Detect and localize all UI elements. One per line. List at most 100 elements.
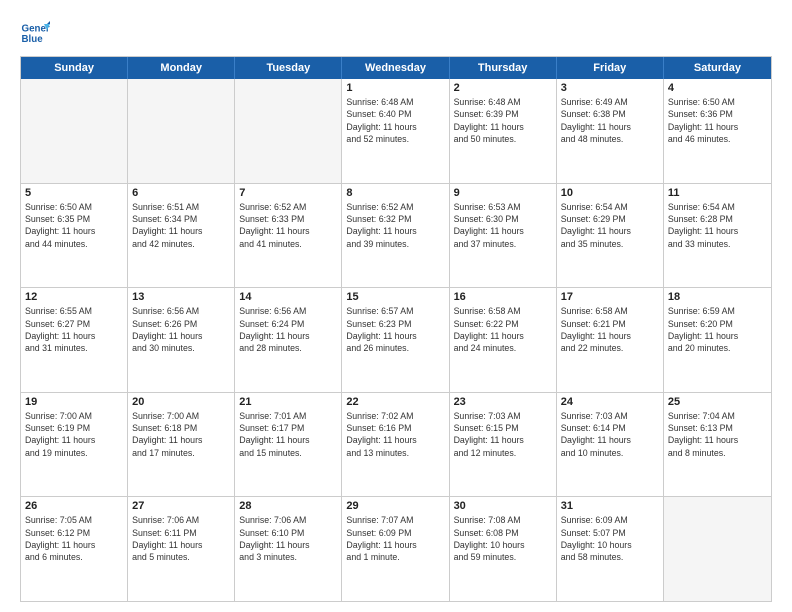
day-number: 17 [561,291,659,303]
weekday-header: Friday [557,57,664,79]
cell-info: Sunrise: 6:55 AM Sunset: 6:27 PM Dayligh… [25,305,123,354]
calendar-cell: 9Sunrise: 6:53 AM Sunset: 6:30 PM Daylig… [450,184,557,288]
cell-info: Sunrise: 7:03 AM Sunset: 6:14 PM Dayligh… [561,410,659,459]
day-number: 16 [454,291,552,303]
day-number: 4 [668,82,767,94]
calendar-cell: 3 Sunrise: 6:49 AM Sunset: 6:38 PM Daylig… [557,79,664,183]
calendar-row: 26 Sunrise: 7:05 AM Sunset: 6:12 PM Dayli… [21,497,771,601]
cell-info: Sunrise: 6:09 AM Sunset: 5:07 PM Dayligh… [561,514,659,563]
cell-info: Sunrise: 7:06 AM Sunset: 6:11 PM Dayligh… [132,514,230,563]
day-number: 22 [346,396,444,408]
day-number: 6 [132,187,230,199]
calendar-cell: 6Sunrise: 6:51 AM Sunset: 6:34 PM Daylig… [128,184,235,288]
day-number: 26 [25,500,123,512]
cell-info: Sunrise: 6:49 AM Sunset: 6:38 PM Dayligh… [561,96,659,145]
cell-info: Sunrise: 7:08 AM Sunset: 6:08 PM Dayligh… [454,514,552,563]
calendar-cell [664,497,771,601]
day-number: 2 [454,82,552,94]
calendar-cell: 7 Sunrise: 6:52 AM Sunset: 6:33 PM Daylig… [235,184,342,288]
cell-info: Sunrise: 7:00 AM Sunset: 6:19 PM Dayligh… [25,410,123,459]
cell-info: Sunrise: 7:05 AM Sunset: 6:12 PM Dayligh… [25,514,123,563]
day-number: 14 [239,291,337,303]
day-number: 25 [668,396,767,408]
calendar-cell: 20Sunrise: 7:00 AM Sunset: 6:18 PM Dayli… [128,393,235,497]
calendar-cell: 13Sunrise: 6:56 AM Sunset: 6:26 PM Dayli… [128,288,235,392]
day-number: 8 [346,187,444,199]
day-number: 12 [25,291,123,303]
page-header: General Blue [20,18,772,48]
calendar-cell [128,79,235,183]
day-number: 21 [239,396,337,408]
calendar-cell: 24 Sunrise: 7:03 AM Sunset: 6:14 PM Dayli… [557,393,664,497]
cell-info: Sunrise: 7:06 AM Sunset: 6:10 PM Dayligh… [239,514,337,563]
cell-info: Sunrise: 7:04 AM Sunset: 6:13 PM Dayligh… [668,410,767,459]
calendar-row: 19 Sunrise: 7:00 AM Sunset: 6:19 PM Dayli… [21,393,771,498]
calendar-cell: 26 Sunrise: 7:05 AM Sunset: 6:12 PM Dayli… [21,497,128,601]
day-number: 15 [346,291,444,303]
svg-text:Blue: Blue [22,34,44,45]
cell-info: Sunrise: 6:48 AM Sunset: 6:39 PM Dayligh… [454,96,552,145]
calendar-cell: 12 Sunrise: 6:55 AM Sunset: 6:27 PM Dayli… [21,288,128,392]
day-number: 5 [25,187,123,199]
day-number: 24 [561,396,659,408]
calendar-cell: 28 Sunrise: 7:06 AM Sunset: 6:10 PM Dayli… [235,497,342,601]
calendar-row: 1Sunrise: 6:48 AM Sunset: 6:40 PM Daylig… [21,79,771,184]
cell-info: Sunrise: 6:52 AM Sunset: 6:32 PM Dayligh… [346,201,444,250]
day-number: 1 [346,82,444,94]
cell-info: Sunrise: 6:57 AM Sunset: 6:23 PM Dayligh… [346,305,444,354]
cell-info: Sunrise: 6:54 AM Sunset: 6:28 PM Dayligh… [668,201,767,250]
calendar-cell: 22Sunrise: 7:02 AM Sunset: 6:16 PM Dayli… [342,393,449,497]
weekday-header: Monday [128,57,235,79]
cell-info: Sunrise: 6:50 AM Sunset: 6:36 PM Dayligh… [668,96,767,145]
day-number: 7 [239,187,337,199]
weekday-header: Sunday [21,57,128,79]
calendar-cell: 10 Sunrise: 6:54 AM Sunset: 6:29 PM Dayli… [557,184,664,288]
day-number: 30 [454,500,552,512]
weekday-header: Thursday [450,57,557,79]
calendar-header: SundayMondayTuesdayWednesdayThursdayFrid… [21,57,771,79]
calendar-cell: 2 Sunrise: 6:48 AM Sunset: 6:39 PM Daylig… [450,79,557,183]
cell-info: Sunrise: 7:03 AM Sunset: 6:15 PM Dayligh… [454,410,552,459]
cell-info: Sunrise: 6:58 AM Sunset: 6:21 PM Dayligh… [561,305,659,354]
cell-info: Sunrise: 6:56 AM Sunset: 6:24 PM Dayligh… [239,305,337,354]
cell-info: Sunrise: 7:00 AM Sunset: 6:18 PM Dayligh… [132,410,230,459]
cell-info: Sunrise: 6:52 AM Sunset: 6:33 PM Dayligh… [239,201,337,250]
calendar-cell: 18Sunrise: 6:59 AM Sunset: 6:20 PM Dayli… [664,288,771,392]
calendar-cell: 27 Sunrise: 7:06 AM Sunset: 6:11 PM Dayli… [128,497,235,601]
cell-info: Sunrise: 6:59 AM Sunset: 6:20 PM Dayligh… [668,305,767,354]
calendar-cell: 1Sunrise: 6:48 AM Sunset: 6:40 PM Daylig… [342,79,449,183]
day-number: 13 [132,291,230,303]
calendar-cell: 31Sunrise: 6:09 AM Sunset: 5:07 PM Dayli… [557,497,664,601]
calendar-cell: 17 Sunrise: 6:58 AM Sunset: 6:21 PM Dayli… [557,288,664,392]
calendar-cell: 25 Sunrise: 7:04 AM Sunset: 6:13 PM Dayli… [664,393,771,497]
calendar-cell: 19 Sunrise: 7:00 AM Sunset: 6:19 PM Dayli… [21,393,128,497]
cell-info: Sunrise: 6:54 AM Sunset: 6:29 PM Dayligh… [561,201,659,250]
calendar-cell [21,79,128,183]
day-number: 11 [668,187,767,199]
weekday-header: Wednesday [342,57,449,79]
day-number: 3 [561,82,659,94]
day-number: 28 [239,500,337,512]
calendar: SundayMondayTuesdayWednesdayThursdayFrid… [20,56,772,602]
day-number: 27 [132,500,230,512]
weekday-header: Saturday [664,57,771,79]
cell-info: Sunrise: 6:58 AM Sunset: 6:22 PM Dayligh… [454,305,552,354]
day-number: 10 [561,187,659,199]
calendar-row: 12 Sunrise: 6:55 AM Sunset: 6:27 PM Dayli… [21,288,771,393]
calendar-cell: 15 Sunrise: 6:57 AM Sunset: 6:23 PM Dayli… [342,288,449,392]
cell-info: Sunrise: 7:01 AM Sunset: 6:17 PM Dayligh… [239,410,337,459]
calendar-cell: 14 Sunrise: 6:56 AM Sunset: 6:24 PM Dayli… [235,288,342,392]
cell-info: Sunrise: 7:07 AM Sunset: 6:09 PM Dayligh… [346,514,444,563]
calendar-cell: 16 Sunrise: 6:58 AM Sunset: 6:22 PM Dayli… [450,288,557,392]
calendar-cell: 4 Sunrise: 6:50 AM Sunset: 6:36 PM Daylig… [664,79,771,183]
day-number: 19 [25,396,123,408]
calendar-cell: 30 Sunrise: 7:08 AM Sunset: 6:08 PM Dayli… [450,497,557,601]
weekday-header: Tuesday [235,57,342,79]
calendar-body: 1Sunrise: 6:48 AM Sunset: 6:40 PM Daylig… [21,79,771,601]
cell-info: Sunrise: 6:50 AM Sunset: 6:35 PM Dayligh… [25,201,123,250]
day-number: 9 [454,187,552,199]
calendar-cell [235,79,342,183]
day-number: 29 [346,500,444,512]
calendar-cell: 8 Sunrise: 6:52 AM Sunset: 6:32 PM Daylig… [342,184,449,288]
day-number: 23 [454,396,552,408]
